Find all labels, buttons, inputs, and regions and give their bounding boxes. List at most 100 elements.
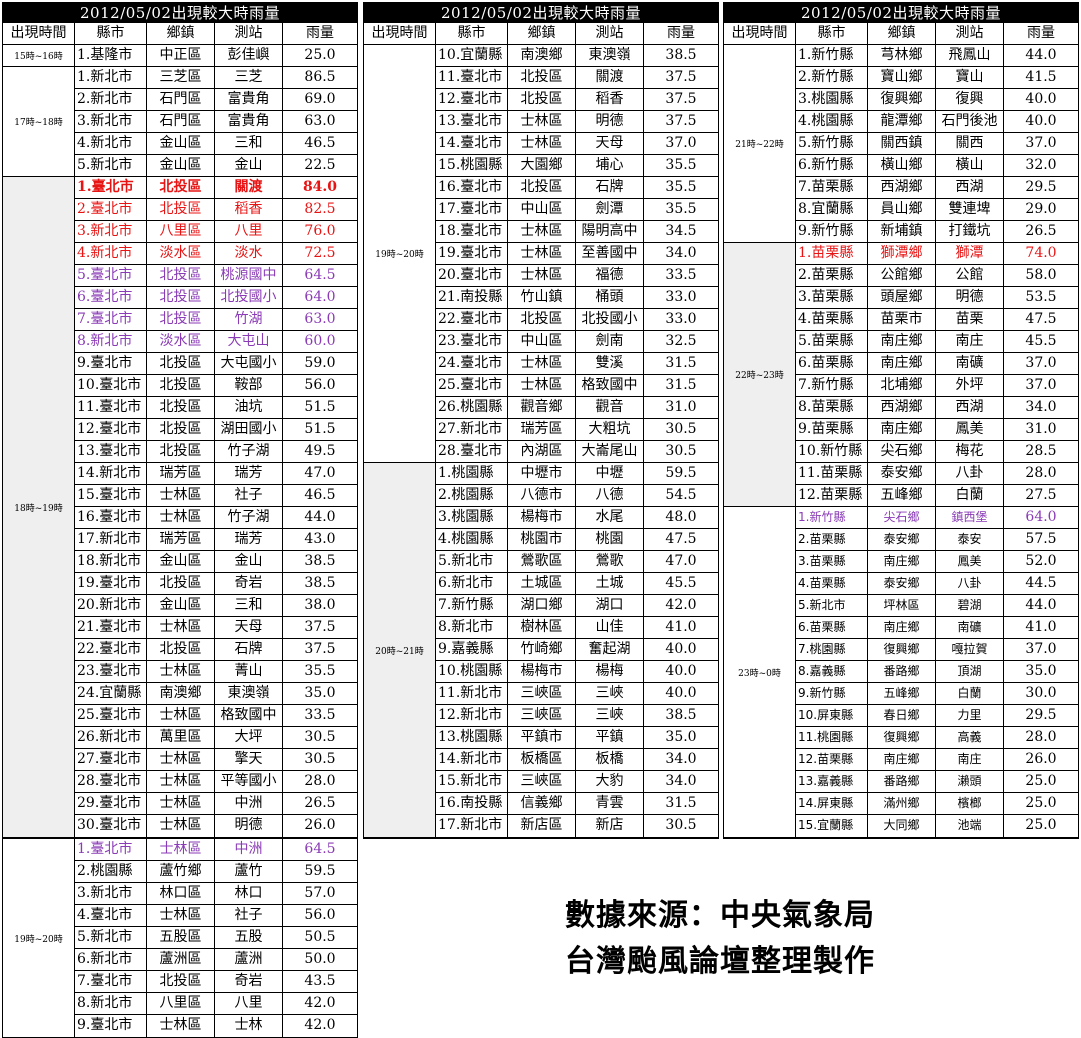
table-row: 4.桃園縣 龍潭鄉 石門後池 40.0 [796, 111, 1078, 133]
table-row: 7.新竹縣 湖口鄉 湖口 42.0 [436, 595, 718, 617]
table-row: 9.苗栗縣 南庄鄉 鳳美 31.0 [796, 419, 1078, 441]
table-row: 28.臺北市 士林區 平等國小 28.0 [75, 771, 357, 793]
county-cell: 20.新北市 [75, 595, 147, 616]
rainfall-cell: 57.0 [304, 885, 336, 901]
county-cell: 1.基隆市 [75, 45, 147, 66]
table-row: 22.臺北市 北投區 石牌 37.5 [75, 639, 357, 661]
station-cell: 瑞芳 [215, 463, 283, 484]
rain-table-panel-3: 2012/05/02出現較大時雨量 出現時間 縣市 鄉鎮 測站 雨量 21時~22時 22時~… [723, 2, 1079, 839]
station-cell: 檳榔 [936, 793, 1004, 814]
county-cell: 2.新竹縣 [796, 67, 868, 88]
rainfall-cell: 37.5 [665, 69, 697, 85]
rainfall-cell: 30.0 [1025, 685, 1057, 701]
township-cell: 南澳鄉 [508, 45, 576, 66]
county-cell: 13.臺北市 [436, 111, 508, 132]
station-cell: 北投國小 [215, 287, 283, 308]
township-cell: 士林區 [147, 661, 215, 682]
table-row: 13.臺北市 北投區 竹子湖 49.5 [75, 441, 357, 463]
township-cell: 中山區 [508, 199, 576, 220]
station-cell: 北投國小 [576, 309, 644, 330]
county-cell: 2.苗栗縣 [796, 265, 868, 286]
rain-table-extra: 19時~20時 1.臺北市 士林區 中洲 64.5 2.桃園縣 蘆竹鄉 蘆竹 59.5 3.新北市… [2, 838, 358, 1038]
rainfall-cell: 37.0 [1025, 135, 1057, 151]
county-cell: 14.新北市 [436, 749, 508, 770]
table-row: 6.新竹縣 橫山鄉 橫山 32.0 [796, 155, 1078, 177]
station-cell: 大豹 [576, 771, 644, 792]
station-cell: 陽明高中 [576, 221, 644, 242]
rainfall-cell: 30.5 [665, 443, 697, 459]
station-cell: 鶯歌 [576, 551, 644, 572]
table-row: 1.臺北市 士林區 中洲 64.5 [75, 839, 357, 861]
county-cell: 8.新北市 [75, 993, 147, 1014]
table-row: 4.新北市 淡水區 淡水 72.5 [75, 243, 357, 265]
township-cell: 北投區 [147, 441, 215, 462]
column-header: 鄉鎮 [147, 23, 215, 44]
time-column: 15時~16時 17時~18時 18時~19時 [3, 45, 75, 837]
rainfall-cell: 72.5 [304, 245, 336, 261]
county-cell: 6.新竹縣 [796, 155, 868, 176]
station-cell: 大屯山 [215, 331, 283, 352]
rainfall-cell: 45.5 [1025, 333, 1057, 349]
column-header: 測站 [215, 23, 283, 44]
station-cell: 彭佳嶼 [215, 45, 283, 66]
station-cell: 頂湖 [936, 661, 1004, 682]
township-cell: 泰安鄉 [868, 463, 936, 484]
time-slot-label: 19時~20時 [14, 934, 63, 945]
rainfall-cell: 29.0 [1025, 201, 1057, 217]
county-cell: 9.嘉義縣 [436, 639, 508, 660]
county-cell: 23.臺北市 [436, 331, 508, 352]
station-cell: 山佳 [576, 617, 644, 638]
county-cell: 1.臺北市 [75, 839, 147, 860]
township-cell: 新埔鎮 [868, 221, 936, 242]
station-cell: 復興 [936, 89, 1004, 110]
county-cell: 5.新北市 [796, 595, 868, 616]
station-cell: 金山 [215, 155, 283, 176]
township-cell: 滿州鄉 [868, 793, 936, 814]
rainfall-cell: 44.0 [1025, 47, 1057, 63]
county-cell: 23.臺北市 [75, 661, 147, 682]
county-cell: 10.桃園縣 [436, 661, 508, 682]
station-cell: 平鎮 [576, 727, 644, 748]
table-row: 2.苗栗縣 泰安鄉 泰安 57.5 [796, 529, 1078, 551]
county-cell: 4.苗栗縣 [796, 309, 868, 330]
township-cell: 蘆竹鄉 [147, 861, 215, 882]
station-cell: 新店 [576, 815, 644, 837]
station-cell: 湖田國小 [215, 419, 283, 440]
township-cell: 蘆洲區 [147, 949, 215, 970]
rainfall-cell: 69.0 [304, 91, 336, 107]
time-slot-label: 17時~18時 [3, 67, 74, 177]
station-cell: 八卦 [936, 573, 1004, 594]
county-cell: 28.臺北市 [436, 441, 508, 462]
township-cell: 淡水區 [147, 331, 215, 352]
station-cell: 東澳嶺 [215, 683, 283, 704]
station-cell: 淡水 [215, 243, 283, 264]
station-cell: 梅花 [936, 441, 1004, 462]
township-cell: 五股區 [147, 927, 215, 948]
county-cell: 17.新北市 [75, 529, 147, 550]
table-row: 5.新北市 五股區 五股 50.5 [75, 927, 357, 949]
table-row: 1.苗栗縣 獅潭鄉 獅潭 74.0 [796, 243, 1078, 265]
table-row: 3.苗栗縣 頭屋鄉 明德 53.5 [796, 287, 1078, 309]
rainfall-cell: 37.5 [665, 91, 697, 107]
rainfall-cell: 84.0 [302, 179, 338, 195]
county-cell: 4.新北市 [75, 133, 147, 154]
county-cell: 22.臺北市 [75, 639, 147, 660]
table-row: 18.新北市 金山區 金山 38.5 [75, 551, 357, 573]
county-cell: 3.苗栗縣 [796, 551, 868, 572]
table-row: 29.臺北市 士林區 中洲 26.5 [75, 793, 357, 815]
station-cell: 石牌 [215, 639, 283, 660]
table-row: 27.新北市 瑞芳區 大粗坑 30.5 [436, 419, 718, 441]
county-cell: 2.桃園縣 [75, 861, 147, 882]
rainfall-cell: 25.0 [1025, 795, 1057, 811]
township-cell: 公館鄉 [868, 265, 936, 286]
county-cell: 6.新北市 [75, 949, 147, 970]
table-row: 19.臺北市 北投區 奇岩 38.5 [75, 573, 357, 595]
table-row: 8.苗栗縣 西湖鄉 西湖 34.0 [796, 397, 1078, 419]
rainfall-cell: 29.5 [1025, 707, 1057, 723]
station-cell: 瑞芳 [215, 529, 283, 550]
township-cell: 楊梅市 [508, 661, 576, 682]
township-cell: 士林區 [147, 485, 215, 506]
station-cell: 碧湖 [936, 595, 1004, 616]
station-cell: 南礦 [936, 617, 1004, 638]
rainfall-cell: 26.5 [1025, 223, 1057, 239]
